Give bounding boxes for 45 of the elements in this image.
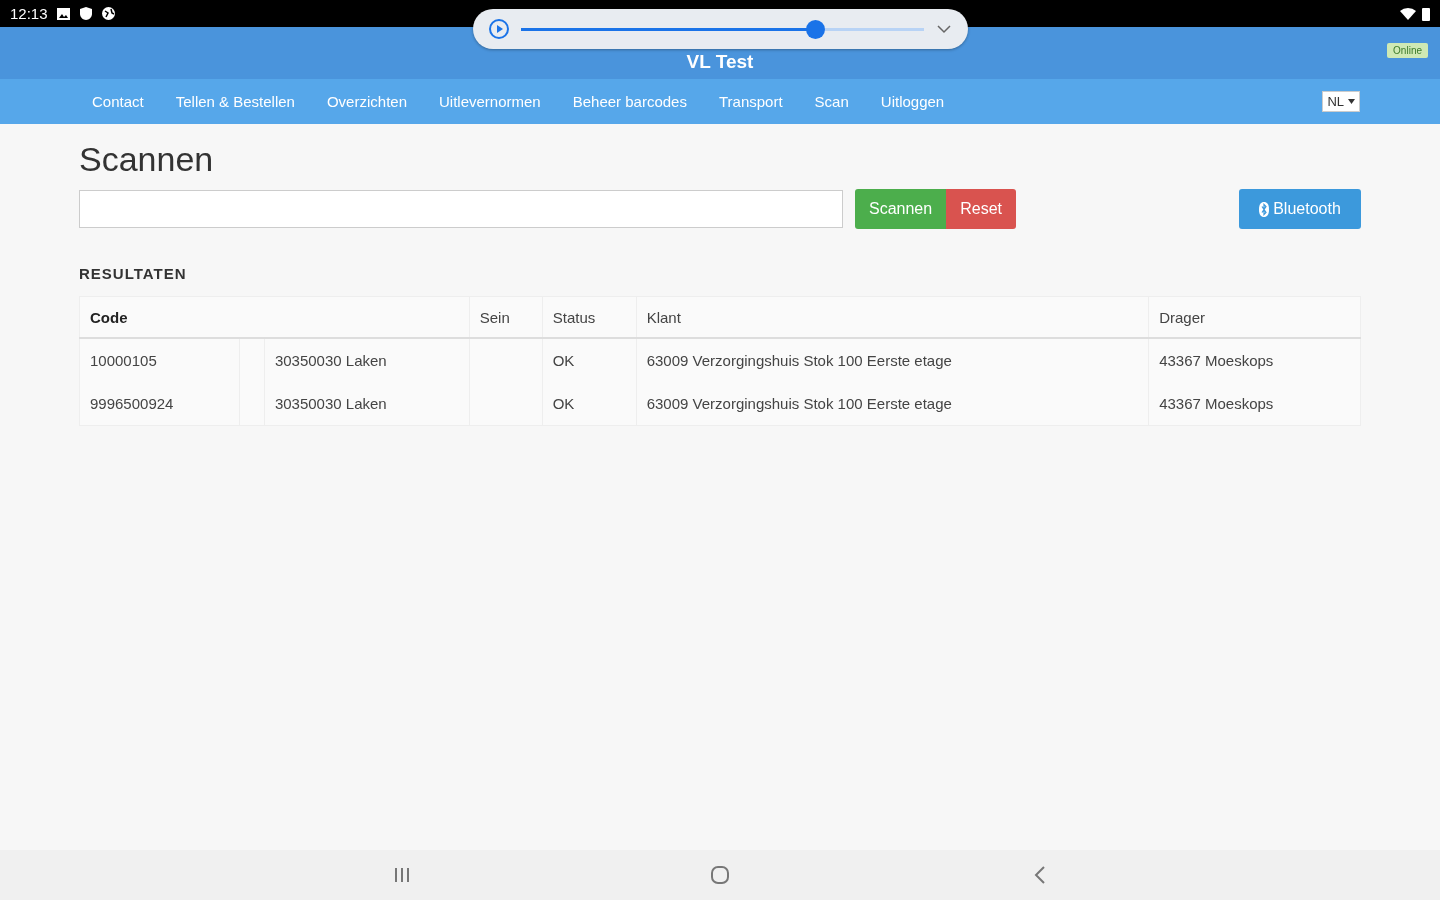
wifi-icon xyxy=(1400,7,1416,20)
shield-icon xyxy=(78,6,93,21)
column-header: Status xyxy=(542,296,637,338)
table-cell: 43367 Moeskops xyxy=(1148,338,1361,382)
table-cell: 9996500924 xyxy=(79,382,240,426)
bluetooth-button[interactable]: Bluetooth xyxy=(1239,189,1361,229)
app-title: VL Test xyxy=(686,51,754,73)
table-cell: 30350030 Laken xyxy=(264,338,470,382)
table-cell: 63009 Verzorgingshuis Stok 100 Eerste etage xyxy=(636,338,1149,382)
language-select[interactable]: NL xyxy=(1322,91,1360,112)
home-icon[interactable] xyxy=(710,865,730,885)
scan-button[interactable]: Scannen xyxy=(855,189,947,229)
play-icon[interactable] xyxy=(489,19,509,39)
reset-button[interactable]: Reset xyxy=(946,189,1016,229)
table-cell: 63009 Verzorgingshuis Stok 100 Eerste etage xyxy=(636,382,1149,426)
nav-link[interactable]: Uitlevernormen xyxy=(423,93,557,110)
clock: 12:13 xyxy=(10,5,48,22)
nav-link[interactable]: Tellen & Bestellen xyxy=(159,93,311,110)
page-title: Scannen xyxy=(79,140,215,179)
caret-icon xyxy=(1348,99,1355,104)
table-cell: OK xyxy=(542,382,637,426)
table-cell: OK xyxy=(542,338,637,382)
chevron-down-icon[interactable] xyxy=(936,24,952,34)
nav-link[interactable]: Uitloggen xyxy=(864,93,961,110)
nav-link[interactable]: Contact xyxy=(76,93,160,110)
table-cell: 10000105 xyxy=(79,338,240,382)
scan-input[interactable] xyxy=(79,190,843,228)
recent-apps-icon[interactable] xyxy=(393,867,411,883)
nav-link[interactable]: Beheer barcodes xyxy=(556,93,703,110)
column-header: Sein xyxy=(469,296,543,338)
bluetooth-icon xyxy=(1259,201,1270,217)
column-header: Drager xyxy=(1148,296,1361,338)
nav-link[interactable]: Transport xyxy=(702,93,799,110)
table-cell: 43367 Moeskops xyxy=(1148,382,1361,426)
back-icon[interactable] xyxy=(1034,866,1046,884)
battery-icon xyxy=(1422,6,1430,21)
section-heading: RESULTATEN xyxy=(79,265,188,282)
nav-link[interactable]: Overzichten xyxy=(310,93,423,110)
nav-link[interactable]: Scan xyxy=(798,93,865,110)
online-badge: Online xyxy=(1387,43,1428,58)
table-cell: 30350030 Laken xyxy=(264,382,470,426)
image-icon xyxy=(55,6,71,21)
globe-icon xyxy=(100,6,116,21)
column-header: Klant xyxy=(636,296,1149,338)
column-header: Code xyxy=(79,296,470,338)
